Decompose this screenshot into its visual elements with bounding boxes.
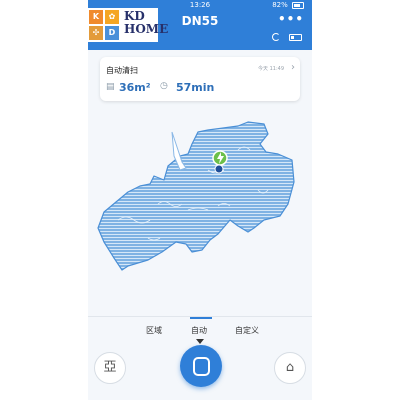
caret-down-icon xyxy=(196,339,204,344)
cleaning-area-icon: 亞 xyxy=(103,360,117,375)
chevron-right-icon[interactable]: › xyxy=(291,62,295,73)
tab-zone[interactable]: 区域 xyxy=(146,325,162,336)
area-icon: ▤ xyxy=(106,82,115,92)
map-cleaned-area xyxy=(97,121,295,271)
kd-home-logo: K ✿ ✣ D KD HOME xyxy=(88,8,168,42)
tab-auto[interactable]: 自动 xyxy=(191,325,207,336)
sync-icon xyxy=(272,33,280,41)
logo-text: KD HOME xyxy=(124,10,168,36)
logo-tile-k: K xyxy=(89,10,103,24)
cleaning-info-card[interactable]: 自动清扫 今天 11:49 › ▤ 36m² ◷ 57min xyxy=(100,57,300,101)
mode-tabs: 区域 自动 自定义 xyxy=(88,316,312,347)
start-cleaning-icon xyxy=(193,357,210,376)
tab-indicator xyxy=(190,317,212,319)
robot-battery-icon xyxy=(289,34,302,41)
clock-icon: ◷ xyxy=(160,81,168,91)
charging-dock-icon xyxy=(212,150,228,166)
logo-tile-orange: ✿ xyxy=(105,10,119,24)
tab-custom[interactable]: 自定义 xyxy=(235,325,259,336)
dock-charger-icon: ⌂ xyxy=(285,360,295,375)
status-battery: 82% xyxy=(272,1,304,9)
start-cleaning-button[interactable] xyxy=(180,345,222,387)
dock-charger-button[interactable]: ⌂ xyxy=(274,352,306,384)
area-value: 36m² xyxy=(119,81,151,94)
logo-tile-pattern: ✣ xyxy=(89,26,103,40)
more-dots-icon[interactable]: ••• xyxy=(278,12,304,26)
cleaning-area-button[interactable]: 亞 xyxy=(94,352,126,384)
mode-title: 自动清扫 xyxy=(106,66,138,75)
cleaning-map[interactable] xyxy=(88,110,312,310)
duration-value: 57min xyxy=(176,81,215,94)
logo-tile-d: D xyxy=(105,26,119,40)
battery-percent: 82% xyxy=(272,1,288,9)
app-screen: 13:26 82% DN55 ••• 自动清扫 今天 11:49 › ▤ 36m… xyxy=(88,0,312,400)
robot-position-icon xyxy=(214,164,224,174)
clean-time: 今天 11:49 xyxy=(258,66,284,72)
logo-text-line2: HOME xyxy=(124,22,169,36)
battery-icon xyxy=(292,1,304,9)
